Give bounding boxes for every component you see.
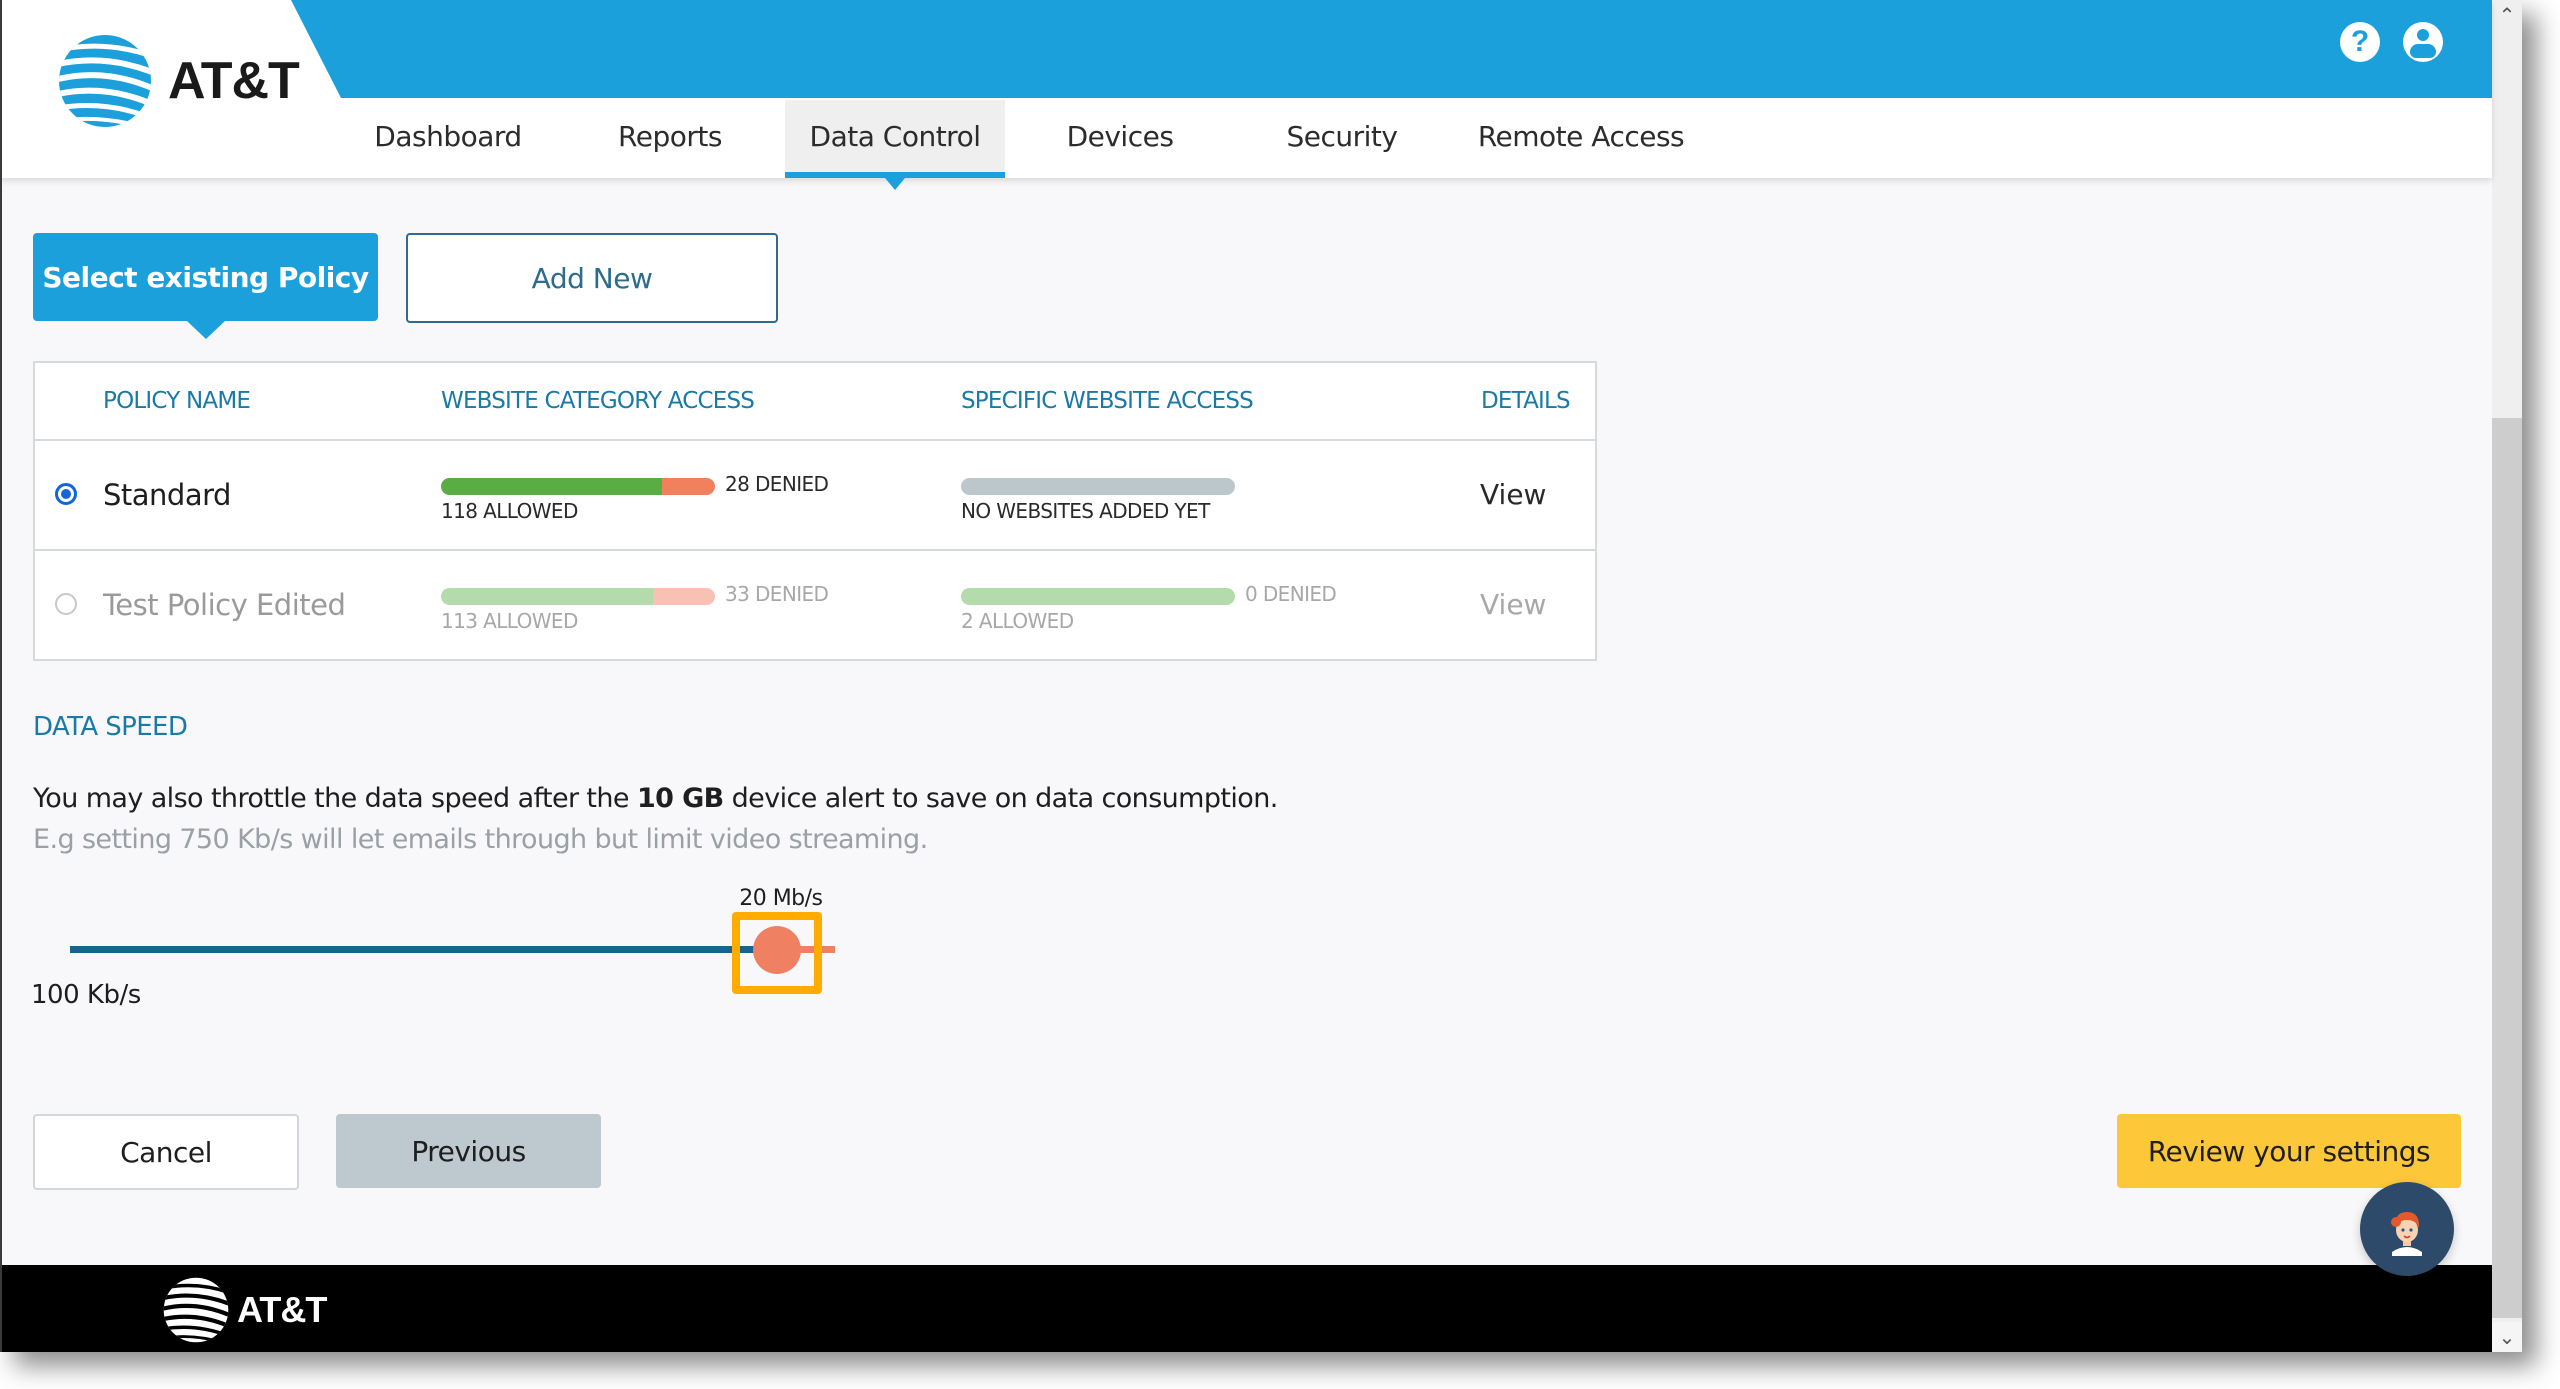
slider-track-fill xyxy=(70,946,777,953)
description-threshold: 10 GB xyxy=(636,783,724,814)
category-allowed-label: 113 ALLOWED xyxy=(441,609,578,633)
category-denied-label: 28 DENIED xyxy=(725,472,829,496)
slider-current-value: 20 Mb/s xyxy=(739,886,823,911)
header-banner xyxy=(291,0,2492,98)
data-speed-hint: E.g setting 750 Kb/s will let emails thr… xyxy=(33,824,928,855)
chat-assistant-avatar-icon xyxy=(2391,1212,2422,1256)
review-settings-button[interactable]: Review your settings xyxy=(2117,1114,2461,1188)
category-access-bar xyxy=(441,588,715,605)
view-details-link[interactable]: View xyxy=(1480,551,1546,659)
category-denied-segment xyxy=(653,588,715,605)
scroll-up-arrow-icon[interactable]: ⌃ xyxy=(2492,0,2522,30)
website-access-bar xyxy=(961,588,1235,605)
scroll-down-arrow-icon[interactable]: ⌄ xyxy=(2492,1322,2522,1352)
col-policy-name: POLICY NAME xyxy=(103,388,251,414)
table-row[interactable]: Standard 28 DENIED 118 ALLOWED NO WEBSIT… xyxy=(35,441,1595,551)
tab-remote-access[interactable]: Remote Access xyxy=(1470,100,1692,172)
user-icon-head xyxy=(2417,29,2429,41)
policy-table: POLICY NAME WEBSITE CATEGORY ACCESS SPEC… xyxy=(33,361,1597,661)
scrollbar-thumb[interactable] xyxy=(2492,418,2522,1318)
footer-att-logo[interactable]: AT&T xyxy=(163,1277,327,1343)
category-allowed-segment xyxy=(441,478,663,495)
description-post: device alert to save on data consumption… xyxy=(723,783,1279,814)
select-existing-policy-button[interactable]: Select existing Policy xyxy=(33,233,378,339)
data-speed-title: DATA SPEED xyxy=(33,712,188,742)
att-logo[interactable]: AT&T xyxy=(58,33,300,128)
website-allowed-segment xyxy=(961,588,1235,605)
category-allowed-label: 118 ALLOWED xyxy=(441,499,578,523)
footer-wordmark: AT&T xyxy=(237,1289,327,1330)
table-header: POLICY NAME WEBSITE CATEGORY ACCESS SPEC… xyxy=(35,363,1595,441)
policy-radio-selected[interactable] xyxy=(55,483,77,505)
att-globe-icon xyxy=(59,34,151,127)
help-glyph: ? xyxy=(2350,25,2370,58)
add-new-policy-button[interactable]: Add New xyxy=(406,233,778,323)
website-access-bar xyxy=(961,478,1235,495)
logo-wordmark: AT&T xyxy=(168,51,300,110)
browser-window: AT&T ? Dashboard Reports Data Control De… xyxy=(0,0,2522,1352)
user-icon-body xyxy=(2410,44,2436,58)
policy-name: Standard xyxy=(103,478,231,512)
website-access-label: NO WEBSITES ADDED YET xyxy=(961,499,1210,523)
slider-track[interactable] xyxy=(70,946,835,953)
att-globe-icon xyxy=(163,1277,229,1343)
slider-min-label: 100 Kb/s xyxy=(31,980,141,1010)
window-edge xyxy=(0,0,2,1352)
category-denied-segment xyxy=(662,478,715,495)
table-row[interactable]: Test Policy Edited 33 DENIED 113 ALLOWED… xyxy=(35,551,1595,659)
site-footer: AT&T xyxy=(0,1265,2492,1352)
previous-button[interactable]: Previous xyxy=(336,1114,601,1188)
tab-data-control[interactable]: Data Control xyxy=(785,100,1005,190)
tab-devices[interactable]: Devices xyxy=(1040,100,1200,172)
tab-security[interactable]: Security xyxy=(1262,100,1422,172)
col-details: DETAILS xyxy=(1481,388,1571,414)
website-denied-label: 0 DENIED xyxy=(1245,582,1337,606)
site-header: AT&T ? Dashboard Reports Data Control De… xyxy=(0,0,2492,190)
vertical-scrollbar[interactable]: ⌃ ⌄ xyxy=(2492,0,2522,1352)
cancel-button[interactable]: Cancel xyxy=(33,1114,299,1190)
website-allowed-label: 2 ALLOWED xyxy=(961,609,1074,633)
slider-handle-highlight xyxy=(731,912,822,994)
data-speed-slider[interactable]: 20 Mb/s 100 Kb/s Unlimited xyxy=(0,880,1000,1020)
tab-dashboard[interactable]: Dashboard xyxy=(358,100,538,172)
view-details-link[interactable]: View xyxy=(1480,441,1546,549)
data-speed-description: You may also throttle the data speed aft… xyxy=(33,783,1278,814)
description-pre: You may also throttle the data speed aft… xyxy=(33,783,637,814)
help-icon[interactable]: ? xyxy=(2340,22,2380,62)
category-denied-label: 33 DENIED xyxy=(725,582,829,606)
col-website-category-access: WEBSITE CATEGORY ACCESS xyxy=(441,388,755,414)
tab-reports[interactable]: Reports xyxy=(590,100,750,172)
col-specific-website-access: SPECIFIC WEBSITE ACCESS xyxy=(961,388,1254,414)
policy-radio-unselected[interactable] xyxy=(55,593,77,615)
category-allowed-segment xyxy=(441,588,654,605)
category-access-bar xyxy=(441,478,715,495)
policy-name: Test Policy Edited xyxy=(103,588,346,622)
chat-assistant-button[interactable] xyxy=(2360,1182,2454,1276)
user-account-icon[interactable] xyxy=(2403,22,2443,62)
website-allowed-segment xyxy=(961,478,1235,495)
